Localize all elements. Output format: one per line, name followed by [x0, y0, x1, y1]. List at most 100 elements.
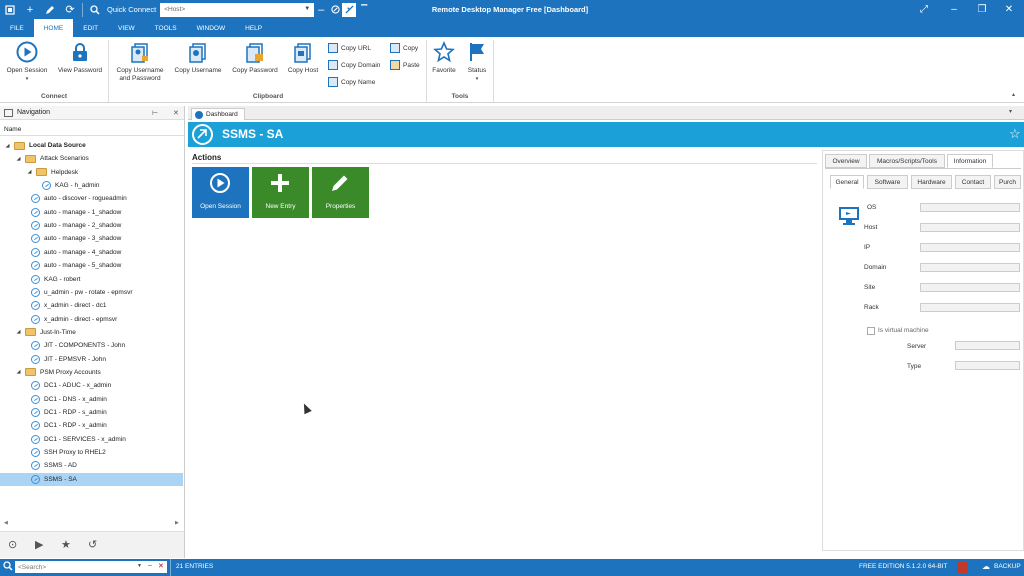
refresh-icon[interactable]: ⟳ — [60, 0, 80, 19]
os-field[interactable] — [920, 203, 1020, 212]
new-entry-tile[interactable]: New Entry — [252, 167, 309, 218]
copy-url-button[interactable]: Copy URL — [328, 43, 371, 53]
virtual-machine-checkbox[interactable] — [867, 327, 875, 335]
tab-dashboard[interactable]: Dashboard — [191, 108, 245, 120]
tree-entry[interactable]: DC1 - RDP - x_admin — [0, 419, 183, 432]
favorite-button[interactable]: Favorite — [429, 41, 459, 75]
chevron-down-icon[interactable]: ▼ — [137, 563, 142, 569]
close-button[interactable]: ✕ — [994, 0, 1024, 19]
type-field[interactable] — [955, 361, 1020, 370]
tree-entry[interactable]: JIT - EPMSVR - John — [0, 353, 183, 366]
tree-entry[interactable]: auto - manage - 3_shadow — [0, 232, 183, 245]
tree-entry[interactable]: KAG - robert — [0, 273, 183, 286]
collapse-ribbon-icon[interactable]: ▴ — [1012, 91, 1015, 98]
minimize-button[interactable]: – — [939, 0, 969, 19]
open-session-button[interactable]: Open Session ▾ — [4, 41, 50, 83]
clear-icon[interactable]: ✕ — [158, 562, 164, 570]
subtab-purchase[interactable]: Purch — [994, 175, 1021, 189]
tab-overview[interactable]: Overview — [825, 154, 867, 168]
copy-username-button[interactable]: Copy Username — [171, 41, 225, 75]
add-icon[interactable]: + — [20, 0, 40, 19]
copy-password-button[interactable]: Copy Password — [228, 41, 282, 75]
tree-folder[interactable]: ◢ Just-In-Time — [0, 326, 183, 339]
expand-toggle-icon[interactable]: ◢ — [4, 143, 11, 149]
rack-field[interactable] — [920, 303, 1020, 312]
fullscreen-icon[interactable]: ⤢ — [909, 0, 939, 19]
tree-entry[interactable]: auto - manage - 1_shadow — [0, 206, 183, 219]
expand-toggle-icon[interactable]: ◢ — [15, 369, 22, 375]
scroll-right-icon[interactable]: ▶ — [175, 520, 179, 526]
tab-list-icon[interactable]: ▾ — [1009, 108, 1012, 115]
expand-toggle-icon[interactable]: ◢ — [15, 156, 22, 162]
edit-icon[interactable] — [40, 0, 60, 19]
paste-button[interactable]: Paste — [390, 60, 420, 70]
backup-icon[interactable]: ☁ — [982, 562, 990, 571]
domain-field[interactable] — [920, 263, 1020, 272]
copy-button[interactable]: Copy — [390, 43, 418, 53]
play-icon[interactable]: ▶ — [35, 538, 43, 551]
tree-entry[interactable]: DC1 - ADUC - x_admin — [0, 379, 183, 392]
tree-entry[interactable]: auto - manage - 4_shadow — [0, 246, 183, 259]
tree-entry[interactable]: auto - manage - 5_shadow — [0, 259, 183, 272]
open-session-tile[interactable]: Open Session — [192, 167, 249, 218]
server-field[interactable] — [955, 341, 1020, 350]
tree-folder[interactable]: ◢ Attack Scenarios — [0, 152, 183, 165]
history-icon[interactable]: ↺ — [88, 538, 97, 551]
subtab-contact[interactable]: Contact — [955, 175, 991, 189]
maximize-button[interactable]: ❐ — [967, 0, 997, 19]
tree-folder[interactable]: ◢ PSM Proxy Accounts — [0, 366, 183, 379]
tree-entry[interactable]: SSH Proxy to RHEL2 — [0, 446, 183, 459]
menu-home[interactable]: HOME — [33, 19, 74, 37]
star-icon[interactable]: ★ — [61, 538, 71, 551]
search-input[interactable]: <Search> ▼ – ✕ — [15, 561, 167, 573]
backup-label[interactable]: BACKUP — [994, 563, 1021, 570]
tree-entry[interactable]: DC1 - SERVICES - x_admin — [0, 433, 183, 446]
menu-file[interactable]: FILE — [0, 19, 34, 37]
expand-toggle-icon[interactable]: ◢ — [15, 329, 22, 335]
minus-icon[interactable]: – — [314, 0, 328, 19]
subtab-hardware[interactable]: Hardware — [911, 175, 952, 189]
properties-tile[interactable]: Properties — [312, 167, 369, 218]
menu-window[interactable]: WINDOW — [187, 19, 236, 37]
tree-folder[interactable]: ◢ Helpdesk — [0, 166, 183, 179]
copy-host-button[interactable]: Copy Host — [285, 41, 321, 75]
copy-domain-button[interactable]: Copy Domain — [328, 60, 380, 70]
app-icon[interactable] — [0, 0, 20, 19]
subtab-software[interactable]: Software — [867, 175, 908, 189]
status-button[interactable]: Status ▾ — [463, 41, 491, 83]
minus-icon[interactable]: – — [148, 562, 152, 569]
expand-toggle-icon[interactable]: ◢ — [26, 169, 33, 175]
tree-entry[interactable]: SSMS - AD — [0, 459, 183, 472]
tab-macros-scripts-tools[interactable]: Macros/Scripts/Tools — [869, 154, 945, 168]
chevron-down-icon[interactable]: ▼ — [304, 6, 310, 12]
tree-entry[interactable]: auto - manage - 2_shadow — [0, 219, 183, 232]
data-source-icon[interactable]: ⊙ — [8, 538, 17, 551]
quick-connect-icon[interactable] — [342, 2, 357, 17]
favorite-star-icon[interactable]: ☆ — [1009, 126, 1021, 142]
copy-username-password-button[interactable]: Copy Username and Password — [112, 41, 168, 83]
notification-icon[interactable] — [957, 562, 968, 573]
host-field[interactable] — [920, 223, 1020, 232]
view-password-button[interactable]: View Password — [54, 41, 106, 75]
host-input[interactable]: <Host> ▼ — [160, 2, 315, 17]
tree-entry[interactable]: DC1 - DNS - x_admin — [0, 393, 183, 406]
tree-entry[interactable]: KAG - h_admin — [0, 179, 183, 192]
tree-entry[interactable]: auto - discover - rogueadmin — [0, 192, 183, 205]
subtab-general[interactable]: General — [830, 175, 864, 189]
tree-root[interactable]: ◢ Local Data Source — [0, 139, 183, 152]
tree-entry[interactable]: JIT - COMPONENTS - John — [0, 339, 183, 352]
tab-information[interactable]: Information — [947, 154, 993, 168]
copy-name-button[interactable]: Copy Name — [328, 77, 375, 87]
menu-edit[interactable]: EDIT — [73, 19, 108, 37]
menu-view[interactable]: VIEW — [108, 19, 145, 37]
scroll-left-icon[interactable]: ◀ — [4, 520, 8, 526]
tree-entry[interactable]: x_admin - direct - dc1 — [0, 299, 183, 312]
menu-help[interactable]: HELP — [235, 19, 272, 37]
tree-entry[interactable]: u_admin - pw - rotate - epmsvr — [0, 286, 183, 299]
tree-entry[interactable]: SSMS - SA — [0, 472, 183, 486]
ip-field[interactable] — [920, 243, 1020, 252]
connect-icon[interactable] — [328, 0, 342, 19]
tree-entry[interactable]: x_admin - direct - epmsvr — [0, 313, 183, 326]
menu-tools[interactable]: TOOLS — [145, 19, 187, 37]
tree-entry[interactable]: DC1 - RDP - s_admin — [0, 406, 183, 419]
